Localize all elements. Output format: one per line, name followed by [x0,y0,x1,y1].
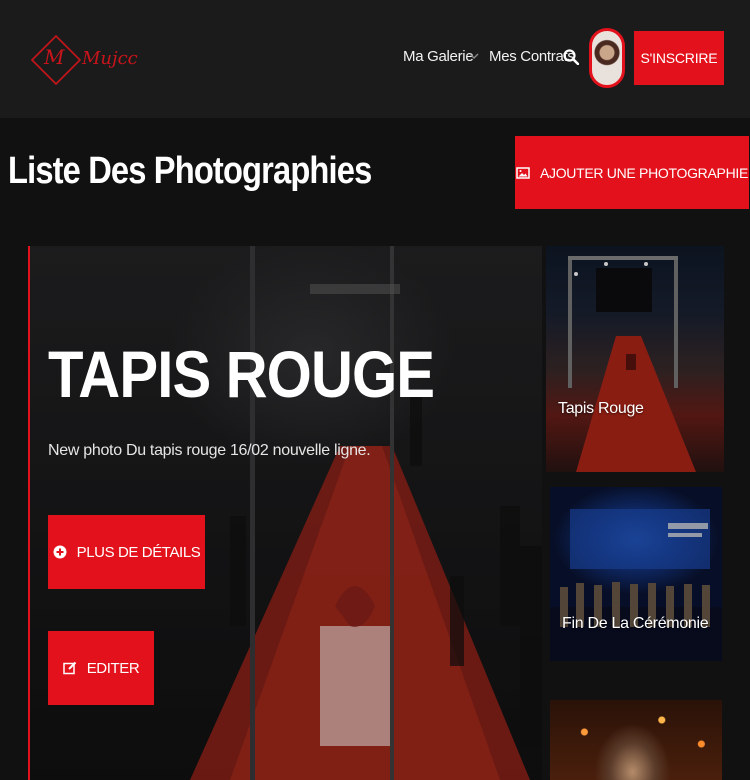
user-avatar[interactable] [589,28,625,88]
details-label: PLUS DE DÉTAILS [76,543,201,561]
details-button[interactable]: PLUS DE DÉTAILS [48,515,205,589]
chevron-down-icon[interactable] [468,50,480,62]
edit-button[interactable]: EDITER [48,631,154,705]
brand-logo[interactable]: M Mujcc [24,22,144,94]
thumbnail-fin-de-la-ceremonie[interactable]: Fin De La Cérémonie [550,487,722,661]
edit-label: EDITER [86,659,140,677]
plus-circle-icon [53,545,67,559]
thumbnail-overlay [546,246,724,472]
thumbnail-label: Tapis Rouge [558,400,644,417]
nav-link-mes-contrats[interactable]: Mes Contrats [489,48,575,65]
thumbnail-portrait[interactable] [550,700,722,780]
thumbnail-label: Fin De La Cérémonie [562,615,709,632]
thumbnail-overlay [550,487,722,661]
search-icon[interactable] [563,49,579,65]
add-photo-label: AJOUTER UNE PHOTOGRAPHIE [539,164,749,181]
thumbnail-tapis-rouge[interactable]: Tapis Rouge [546,246,724,472]
image-icon [516,166,530,179]
edit-icon [62,661,76,675]
add-photo-button[interactable]: AJOUTER UNE PHOTOGRAPHIE [515,136,749,209]
nav-link-ma-galerie[interactable]: Ma Galerie [403,48,474,65]
featured-description: New photo Du tapis rouge 16/02 nouvelle … [48,442,371,459]
svg-text:M: M [43,45,65,69]
svg-text:Mujcc: Mujcc [81,48,138,69]
signup-button[interactable]: S'INSCRIRE [634,31,724,85]
page-title: Liste Des Photographies [8,150,372,192]
featured-title: TAPIS ROUGE [48,337,435,411]
